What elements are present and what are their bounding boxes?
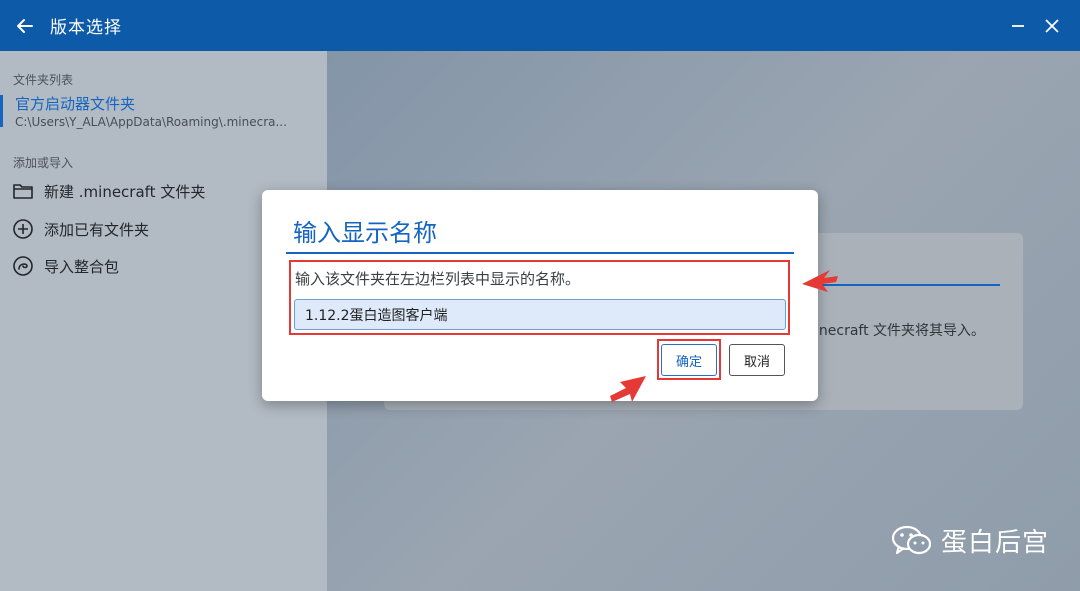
- cancel-button[interactable]: 取消: [729, 344, 785, 376]
- folder-name: 官方启动器文件夹: [15, 95, 136, 113]
- watermark: 蛋白后宫: [891, 522, 1049, 559]
- dialog-title: 输入显示名称: [293, 219, 437, 247]
- background-card-divider: [818, 284, 1000, 286]
- close-button[interactable]: [1034, 0, 1070, 51]
- folder-path: C:\Users\Y_ALA\AppData\Roaming\.minecra.…: [15, 115, 287, 129]
- window-title: 版本选择: [50, 18, 122, 38]
- add-existing-folder-label: 添加已有文件夹: [44, 220, 150, 239]
- annotation-arrow-icon: [802, 270, 838, 292]
- add-import-section-title: 添加或导入: [13, 156, 74, 170]
- package-icon: [12, 255, 34, 277]
- annotation-arrow-icon: [610, 376, 646, 402]
- new-minecraft-folder-label: 新建 .minecraft 文件夹: [44, 182, 206, 201]
- back-button[interactable]: [0, 0, 50, 51]
- wechat-icon: [891, 525, 932, 554]
- title-bar: 版本选择: [0, 0, 1080, 51]
- sidebar-item-official-launcher-folder[interactable]: 官方启动器文件夹 C:\Users\Y_ALA\AppData\Roaming\…: [0, 92, 327, 132]
- import-modpack-label: 导入整合包: [44, 257, 120, 276]
- selected-indicator: [0, 95, 3, 127]
- close-icon: [1045, 18, 1059, 33]
- arrow-left-icon: [17, 18, 33, 33]
- ok-button[interactable]: 确定: [661, 344, 717, 376]
- folder-list-section-title: 文件夹列表: [13, 73, 74, 87]
- minimize-icon: [1012, 24, 1024, 27]
- watermark-text: 蛋白后宫: [941, 528, 1050, 558]
- dialog-title-underline: [286, 252, 794, 254]
- folder-icon: [12, 180, 34, 202]
- minimize-button[interactable]: [1000, 0, 1036, 51]
- plus-circle-icon: [12, 218, 34, 240]
- dialog-description: 输入该文件夹在左边栏列表中显示的名称。: [295, 270, 581, 288]
- display-name-dialog: 输入显示名称 输入该文件夹在左边栏列表中显示的名称。 确定 取消: [262, 190, 818, 401]
- background-card-text: inecraft 文件夹将其导入。: [815, 323, 986, 339]
- display-name-input[interactable]: [294, 299, 786, 330]
